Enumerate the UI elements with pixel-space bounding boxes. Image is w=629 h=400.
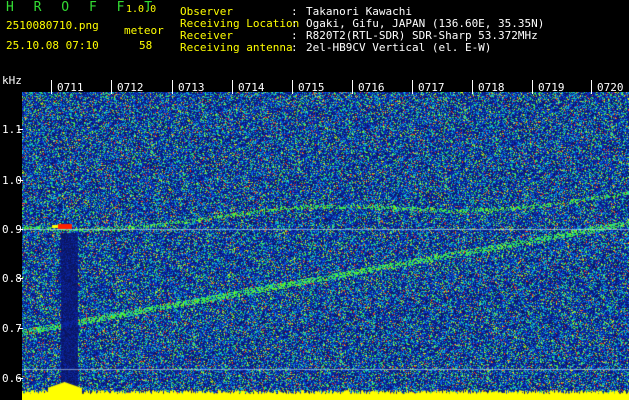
y-tick-mark xyxy=(18,328,23,329)
info-colon: : xyxy=(291,41,298,54)
x-tick-label: 0713 xyxy=(178,81,205,94)
x-tick-label: 0720 xyxy=(597,81,624,94)
info-value-antenna: 2el-HB9CV Vertical (el. E-W) xyxy=(306,41,492,54)
meteor-count: 58 xyxy=(139,39,153,52)
x-tick-mark xyxy=(111,80,112,94)
y-tick-mark xyxy=(18,278,23,279)
x-tick-label: 0718 xyxy=(478,81,505,94)
x-tick-mark xyxy=(51,80,52,94)
x-tick-mark xyxy=(472,80,473,94)
x-tick-label: 0716 xyxy=(358,81,385,94)
x-tick-mark xyxy=(172,80,173,94)
header-panel: H R O F F T 1.0.0 2510080710.png 25.10.0… xyxy=(0,0,629,72)
x-tick-label: 0717 xyxy=(418,81,445,94)
x-tick-label: 0711 xyxy=(57,81,84,94)
file-name: 2510080710.png xyxy=(6,19,99,32)
x-tick-mark xyxy=(532,80,533,94)
file-datetime: 25.10.08 07:10 xyxy=(6,39,99,52)
x-tick-label: 0715 xyxy=(298,81,325,94)
info-label-antenna: Receiving antenna xyxy=(180,41,293,54)
x-tick-label: 0719 xyxy=(538,81,565,94)
meteor-label: meteor xyxy=(124,24,164,37)
y-tick-mark xyxy=(18,229,23,230)
x-tick-mark xyxy=(292,80,293,94)
x-tick-mark xyxy=(352,80,353,94)
y-axis-unit: kHz xyxy=(2,74,22,87)
spectrogram xyxy=(22,92,629,400)
x-tick-label: 0712 xyxy=(117,81,144,94)
y-tick-mark xyxy=(18,180,23,181)
x-tick-mark xyxy=(412,80,413,94)
app-version: 1.0.0 xyxy=(126,4,157,15)
y-tick-mark xyxy=(18,378,23,379)
x-tick-mark xyxy=(232,80,233,94)
x-tick-label: 0714 xyxy=(238,81,265,94)
x-tick-mark xyxy=(591,80,592,94)
y-tick-mark xyxy=(18,129,23,130)
